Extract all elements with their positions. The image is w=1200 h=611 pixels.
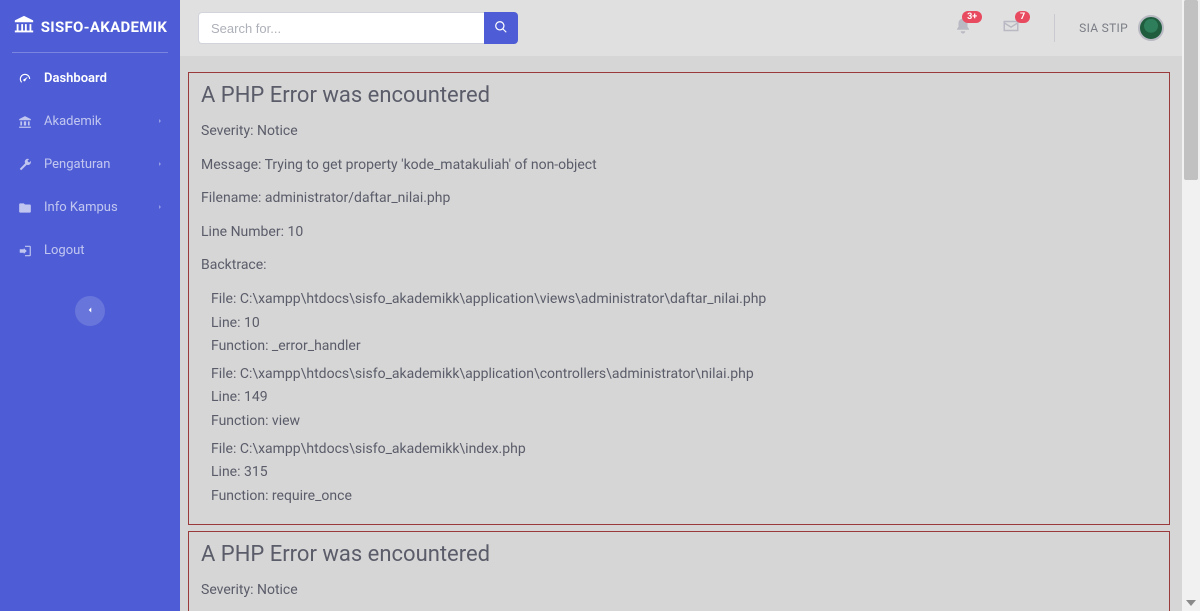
php-error-block: A PHP Error was encountered Severity: Not… [188, 531, 1170, 611]
topbar: 3+ 7 SIA STIP [180, 0, 1182, 56]
backtrace-entry: File: C:\xampp\htdocs\sisfo_akademikk\in… [211, 440, 1157, 507]
php-error-block: A PHP Error was encountered Severity: Not… [188, 72, 1170, 525]
sidebar-item-label: Logout [44, 243, 164, 258]
divider [12, 52, 168, 53]
avatar [1138, 15, 1164, 41]
messages-badge: 7 [1015, 11, 1030, 23]
sidebar-item-akademik[interactable]: Akademik [0, 100, 180, 143]
search-button[interactable] [484, 12, 518, 44]
sidebar-item-logout[interactable]: Logout [0, 229, 180, 272]
backtrace-func: Function: require_once [211, 487, 1157, 507]
search [198, 12, 518, 44]
chevron-left-icon [85, 303, 95, 319]
sign-out-icon [16, 244, 34, 258]
backtrace-file: File: C:\xampp\htdocs\sisfo_akademikk\in… [211, 440, 1157, 460]
brand[interactable]: SISFO-AKADEMIK [0, 0, 180, 52]
backtrace-entry: File: C:\xampp\htdocs\sisfo_akademikk\ap… [211, 290, 1157, 357]
sidebar-item-label: Pengaturan [44, 157, 156, 172]
sidebar-item-label: Dashboard [44, 71, 164, 86]
error-heading: A PHP Error was encountered [201, 542, 1157, 567]
alerts-button[interactable]: 3+ [954, 17, 972, 39]
user-menu[interactable]: SIA STIP [1079, 15, 1164, 41]
search-input[interactable] [198, 12, 484, 44]
content: A PHP Error was encountered Severity: Not… [180, 56, 1182, 611]
error-message: Message: Trying to get property 'kode_ma… [201, 156, 1157, 176]
sidebar-collapse-button[interactable] [75, 296, 105, 326]
error-severity: Severity: Notice [201, 122, 1157, 142]
user-name: SIA STIP [1079, 21, 1128, 35]
backtrace-file: File: C:\xampp\htdocs\sisfo_akademikk\ap… [211, 290, 1157, 310]
vertical-scrollbar[interactable] [1182, 0, 1200, 611]
sidebar-item-info-kampus[interactable]: Info Kampus [0, 186, 180, 229]
backtrace-line: Line: 149 [211, 388, 1157, 408]
backtrace-line: Line: 10 [211, 314, 1157, 334]
divider [1054, 14, 1055, 42]
error-filename: Filename: administrator/daftar_nilai.php [201, 189, 1157, 209]
bank-icon [13, 14, 35, 40]
backtrace-entry: File: C:\xampp\htdocs\sisfo_akademikk\ap… [211, 365, 1157, 432]
folder-icon [16, 201, 34, 215]
backtrace-label: Backtrace: [201, 256, 1157, 276]
main: 3+ 7 SIA STIP A PHP Error was encountere… [180, 0, 1182, 611]
error-line-number: Line Number: 10 [201, 223, 1157, 243]
messages-button[interactable]: 7 [1002, 17, 1020, 39]
wrench-icon [16, 158, 34, 172]
sidebar-item-pengaturan[interactable]: Pengaturan [0, 143, 180, 186]
brand-text: SISFO-AKADEMIK [41, 18, 167, 36]
backtrace-file: File: C:\xampp\htdocs\sisfo_akademikk\ap… [211, 365, 1157, 385]
error-heading: A PHP Error was encountered [201, 83, 1157, 108]
backtrace-func: Function: view [211, 412, 1157, 432]
scrollbar-thumb[interactable] [1184, 0, 1198, 180]
sidebar-item-dashboard[interactable]: Dashboard [0, 57, 180, 100]
university-icon [16, 115, 34, 129]
search-icon [494, 20, 508, 37]
bell-icon [954, 23, 972, 39]
envelope-icon [1002, 23, 1020, 39]
chevron-right-icon [156, 200, 164, 215]
error-severity: Severity: Notice [201, 581, 1157, 601]
chevron-right-icon [156, 157, 164, 172]
backtrace-line: Line: 315 [211, 463, 1157, 483]
tachometer-icon [16, 72, 34, 86]
sidebar-item-label: Akademik [44, 114, 156, 129]
chevron-right-icon [156, 114, 164, 129]
sidebar-item-label: Info Kampus [44, 200, 156, 215]
alerts-badge: 3+ [962, 11, 982, 23]
backtrace-func: Function: _error_handler [211, 337, 1157, 357]
scroll-down-icon [1186, 600, 1196, 606]
sidebar: SISFO-AKADEMIK Dashboard Akademik Pengat… [0, 0, 180, 611]
